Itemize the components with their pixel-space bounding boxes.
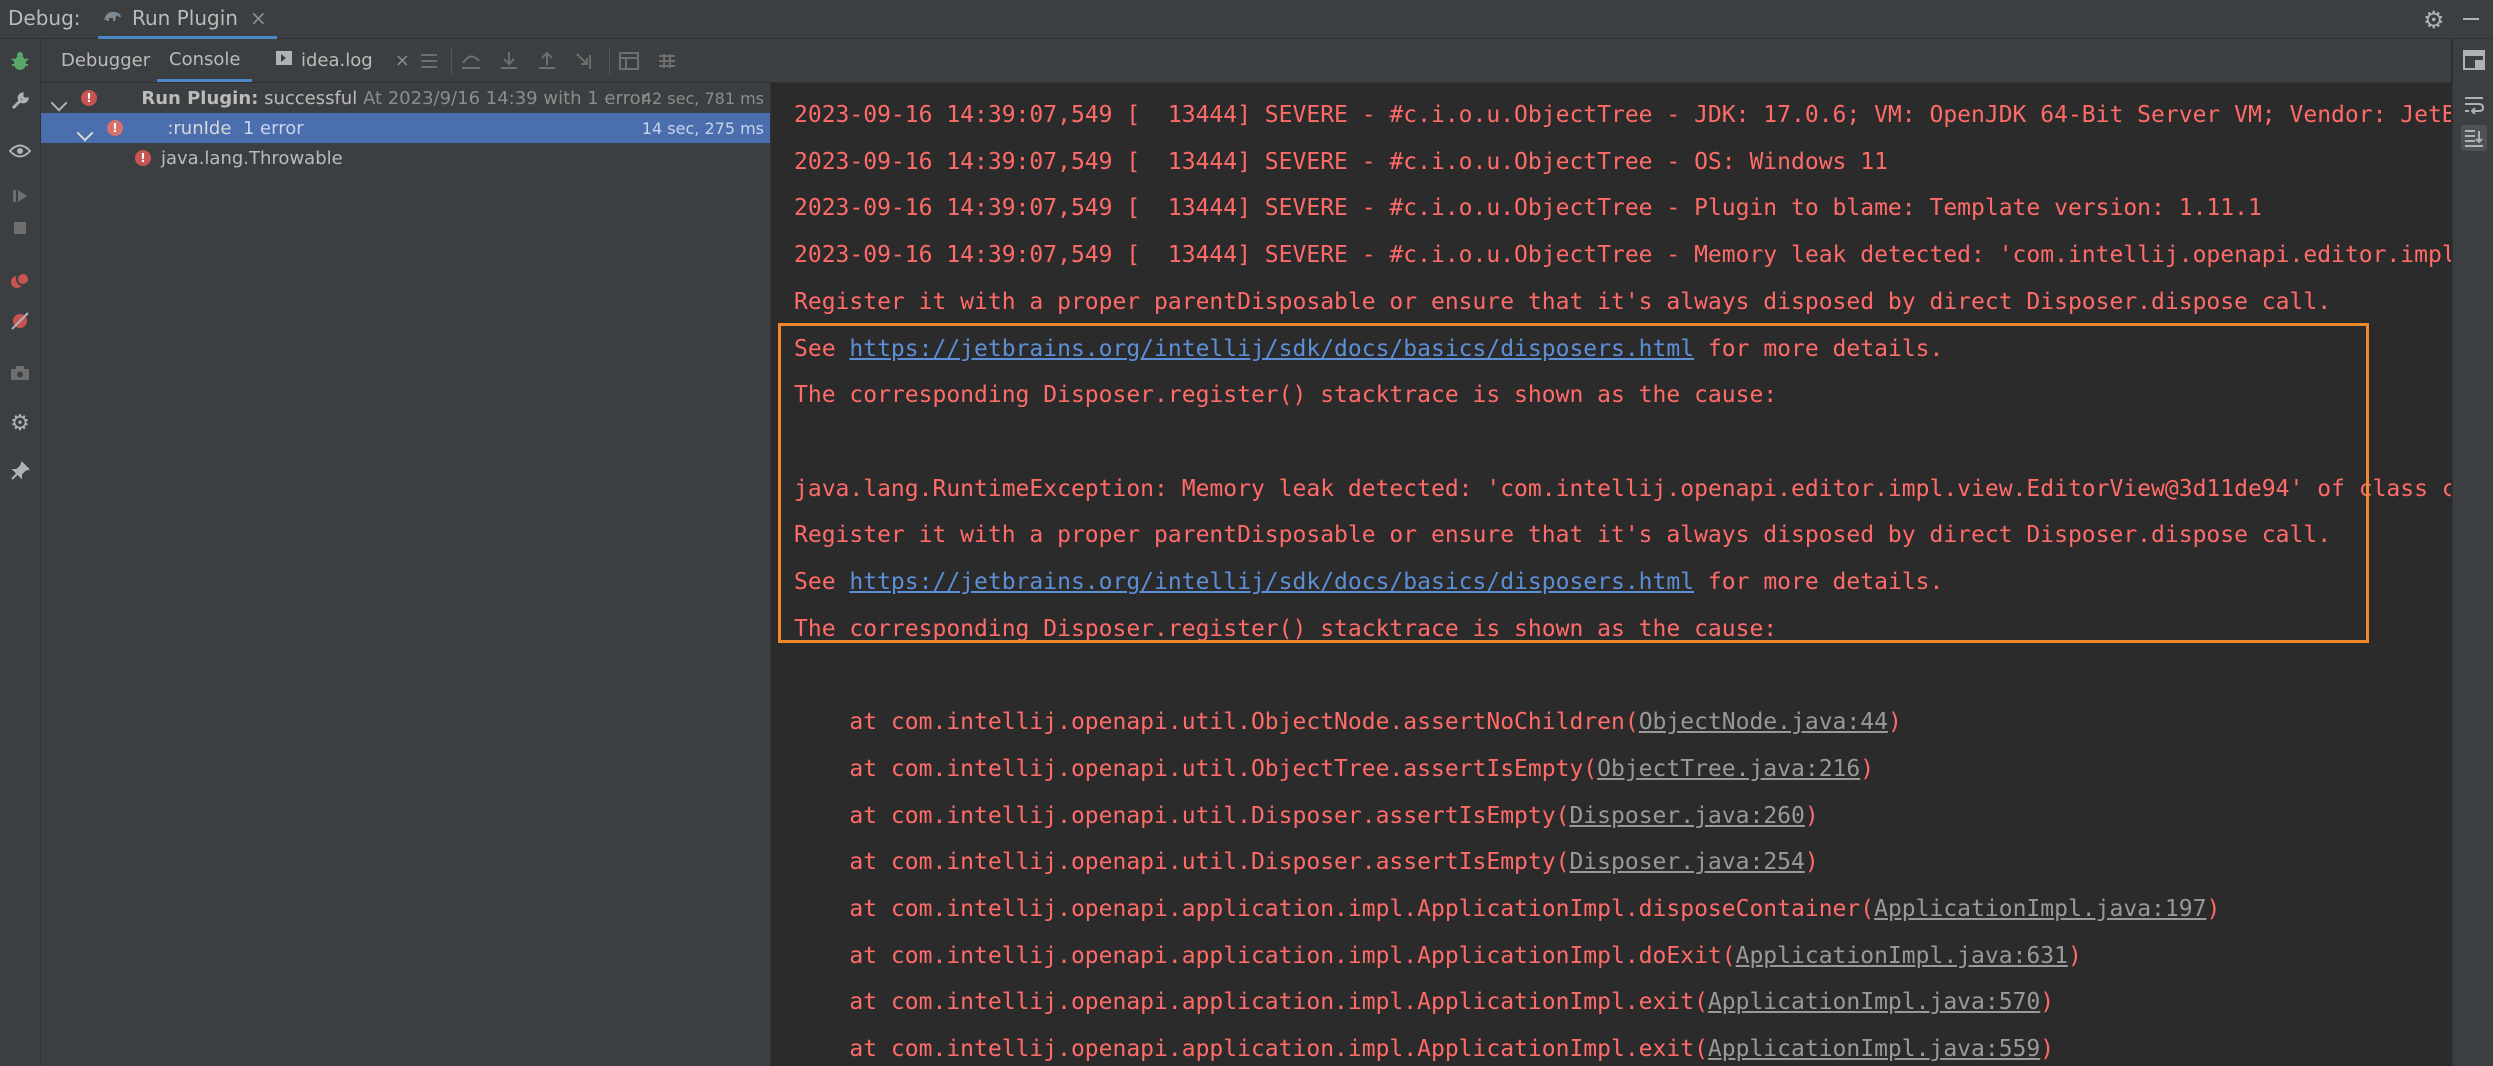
console-line-text: )	[2067, 942, 2082, 969]
console-line: See https://jetbrains.org/intellij/sdk/d…	[794, 567, 1943, 597]
console-line-text: for more details.	[1694, 569, 1944, 595]
trace-icon[interactable]	[655, 49, 679, 73]
throwable-label: java.lang.Throwable	[161, 147, 343, 169]
stop-icon[interactable]	[8, 216, 32, 240]
console-line-text: The corresponding Disposer.register() st…	[794, 615, 1778, 642]
console-line-text: )	[1887, 709, 1902, 736]
console-line: 2023-09-16 14:39:07,549 [ 13444] SEVERE …	[794, 240, 2451, 270]
docs-link[interactable]: https://jetbrains.org/intellij/sdk/docs/…	[849, 569, 1694, 595]
scroll-to-end-icon[interactable]	[2461, 125, 2487, 151]
settings-icon[interactable]: ⚙	[8, 411, 32, 436]
console-line-text: See	[794, 569, 850, 595]
error-icon: !	[135, 150, 151, 166]
console-line: at com.intellij.openapi.application.impl…	[794, 987, 2054, 1017]
console-line-text: The corresponding Disposer.register() st…	[794, 382, 1778, 409]
eye-icon[interactable]	[8, 139, 32, 163]
source-link[interactable]: Disposer.java:254	[1569, 849, 1804, 875]
console-line-text: )	[1860, 755, 1875, 782]
console-line-text: 2023-09-16 14:39:07,549 [ 13444] SEVERE …	[794, 102, 2451, 128]
console-line-text: 2023-09-16 14:39:07,549 [ 13444] SEVERE …	[794, 195, 2262, 222]
console-line-text: at com.intellij.openapi.application.impl…	[794, 942, 1736, 969]
debug-bug-icon[interactable]	[8, 49, 32, 73]
run-plugin-meta: At 2023/9/16 14:39 with 1 error	[357, 87, 649, 109]
console-line-text: at com.intellij.openapi.application.impl…	[794, 1036, 1708, 1062]
console-line-text: Register it with a proper parentDisposab…	[794, 522, 2332, 549]
console-line-text: )	[1804, 802, 1819, 829]
left-toolbar: ⚙	[0, 39, 41, 1066]
runide-label: :runIde	[167, 117, 232, 139]
soft-wrap-icon[interactable]	[2461, 91, 2487, 117]
console-line-text: )	[2040, 989, 2055, 1016]
title-bar: Debug: Run Plugin × ⚙	[0, 0, 2493, 39]
source-link[interactable]: ApplicationImpl.java:197	[1874, 896, 2206, 922]
gear-icon[interactable]: ⚙	[2423, 6, 2445, 34]
console-line: The corresponding Disposer.register() st…	[794, 380, 1777, 410]
runide-meta: 1 error	[231, 117, 304, 139]
console-line-text: at com.intellij.openapi.util.ObjectNode.…	[794, 709, 1639, 736]
console-line: at com.intellij.openapi.application.impl…	[794, 1034, 2054, 1064]
console-line-text: at com.intellij.openapi.application.impl…	[794, 989, 1708, 1016]
run-plugin-duration: 42 sec, 781 ms	[641, 88, 764, 108]
tree-row-throwable[interactable]: ! java.lang.Throwable	[41, 143, 770, 173]
right-toolbar	[2452, 39, 2493, 1066]
console-line: java.lang.RuntimeException: Memory leak …	[794, 474, 2451, 504]
source-link[interactable]: Disposer.java:260	[1569, 803, 1804, 829]
console-line-text: Register it with a proper parentDisposab…	[794, 288, 2332, 315]
source-link[interactable]: ObjectTree.java:216	[1597, 756, 1860, 782]
source-link[interactable]: ApplicationImpl.java:570	[1708, 989, 2040, 1015]
error-icon: !	[107, 120, 123, 136]
console-line: 2023-09-16 14:39:07,549 [ 13444] SEVERE …	[794, 100, 2451, 130]
run-plugin-tab[interactable]: Run Plugin ×	[98, 0, 277, 39]
console-line: at com.intellij.openapi.application.impl…	[794, 941, 2082, 971]
console-line: The corresponding Disposer.register() st…	[794, 614, 1777, 644]
console-line: Register it with a proper parentDisposab…	[794, 287, 2331, 317]
gradle-icon	[102, 7, 124, 29]
camera-icon[interactable]	[8, 361, 32, 385]
runide-duration: 14 sec, 275 ms	[641, 118, 764, 138]
run-plugin-tab-label: Run Plugin	[132, 6, 238, 30]
tree-row-runide[interactable]: ! :runIde 1 error 14 sec, 275 ms	[41, 113, 770, 143]
console-line: Register it with a proper parentDisposab…	[794, 520, 2331, 550]
console-line-text: 2023-09-16 14:39:07,549 [ 13444] SEVERE …	[794, 242, 2451, 269]
pin-icon[interactable]	[8, 459, 32, 483]
console-line: at com.intellij.openapi.util.Disposer.as…	[794, 847, 1819, 877]
layout-icon[interactable]	[2461, 47, 2487, 73]
minimize-icon[interactable]	[2463, 18, 2479, 20]
resume-icon[interactable]	[8, 184, 32, 208]
console-line-text: See	[794, 335, 850, 362]
docs-link[interactable]: https://jetbrains.org/intellij/sdk/docs/…	[849, 336, 1694, 362]
mute-breakpoints-icon[interactable]	[8, 309, 32, 333]
console-output[interactable]: 2023-09-16 14:39:07,549 [ 13444] SEVERE …	[771, 83, 2451, 1066]
error-icon: !	[81, 90, 97, 106]
console-line: at com.intellij.openapi.util.ObjectTree.…	[794, 754, 1874, 784]
source-link[interactable]: ApplicationImpl.java:631	[1736, 943, 2068, 969]
console-line: 2023-09-16 14:39:07,549 [ 13444] SEVERE …	[794, 193, 2262, 223]
console-line: 2023-09-16 14:39:07,549 [ 13444] SEVERE …	[794, 147, 1888, 177]
source-link[interactable]: ApplicationImpl.java:559	[1708, 1036, 2040, 1062]
chevron-down-icon[interactable]	[76, 123, 94, 144]
console-line-text: )	[1804, 849, 1819, 876]
console-line: at com.intellij.openapi.application.impl…	[794, 894, 2220, 924]
console-line-text: java.lang.RuntimeException: Memory leak …	[794, 475, 2451, 502]
source-link[interactable]: ObjectNode.java:44	[1639, 709, 1888, 735]
console-line-text: at com.intellij.openapi.util.Disposer.as…	[794, 802, 1570, 829]
console-line-text: at com.intellij.openapi.application.impl…	[794, 895, 1875, 922]
chevron-down-icon[interactable]	[50, 93, 68, 114]
view-breakpoints-icon[interactable]	[8, 269, 32, 293]
console-line-text: )	[2040, 1036, 2055, 1062]
console-line-text: 2023-09-16 14:39:07,549 [ 13444] SEVERE …	[794, 148, 1888, 175]
debug-label: Debug:	[8, 6, 81, 30]
console-line: at com.intellij.openapi.util.ObjectNode.…	[794, 707, 1902, 737]
console-line: at com.intellij.openapi.util.Disposer.as…	[794, 801, 1819, 831]
console-line: See https://jetbrains.org/intellij/sdk/d…	[794, 334, 1943, 364]
console-line-text: at com.intellij.openapi.util.Disposer.as…	[794, 849, 1570, 876]
console-line-text: )	[2206, 895, 2221, 922]
console-line-text: for more details.	[1694, 335, 1944, 362]
run-tree-panel: ! Run Plugin: successful At 2023/9/16 14…	[41, 83, 771, 1066]
console-line-text: at com.intellij.openapi.util.ObjectTree.…	[794, 755, 1598, 782]
close-tab-icon[interactable]: ×	[250, 6, 267, 30]
wrench-icon[interactable]	[8, 89, 32, 113]
